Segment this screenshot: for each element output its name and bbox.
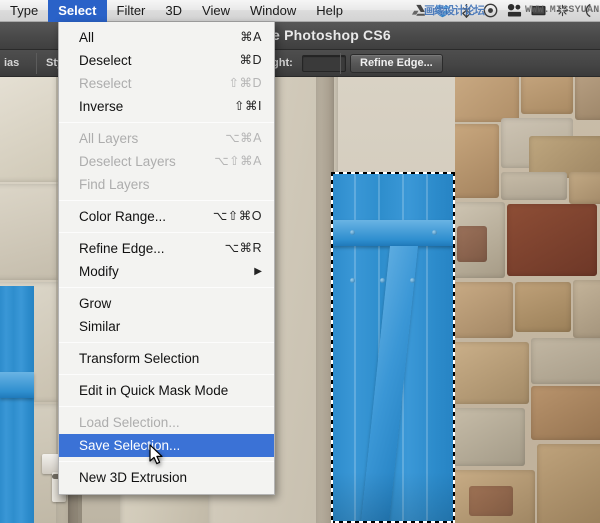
menu-item-find-layers-label: Find Layers [79, 177, 150, 192]
menu-item-new-3d-extrusion[interactable]: New 3D Extrusion [59, 466, 274, 489]
menu-item-all-layers-label: All Layers [79, 131, 139, 146]
menu-separator-8 [59, 461, 274, 462]
display-icon[interactable] [531, 3, 546, 18]
menu-item-load-selection-label: Load Selection... [79, 415, 180, 430]
volume-icon[interactable] [507, 3, 522, 18]
options-divider-2 [340, 53, 341, 74]
menu-item-find-layers: Find Layers [59, 173, 274, 196]
menu-item-all-label: All [79, 30, 95, 45]
menu-select[interactable]: Select [48, 0, 107, 22]
shutter-edge-left [0, 286, 34, 523]
wifi-icon[interactable] [483, 3, 498, 18]
menu-separator-4 [59, 287, 274, 288]
options-divider-1 [36, 53, 37, 74]
bluetooth-icon[interactable] [459, 3, 474, 18]
menu-item-inverse-shortcut: ⇧⌘I [234, 99, 262, 113]
menu-separator-5 [59, 342, 274, 343]
google-drive-icon[interactable] [411, 3, 426, 18]
menu-item-new-3d-extrusion-label: New 3D Extrusion [79, 470, 188, 485]
spotlight-icon[interactable] [555, 3, 570, 18]
menu-view[interactable]: View [192, 0, 240, 22]
menu-item-deselect-label: Deselect [79, 53, 132, 68]
menu-item-quick-mask[interactable]: Edit in Quick Mask Mode [59, 379, 274, 402]
menu-bar: Type Select Filter 3D View Window Help [0, 0, 600, 22]
menu-item-transform-selection-label: Transform Selection [79, 351, 200, 366]
menu-separator-6 [59, 374, 274, 375]
menu-item-inverse[interactable]: Inverse ⇧⌘I [59, 95, 274, 118]
menu-3d[interactable]: 3D [155, 0, 192, 22]
height-label: ght: [272, 57, 293, 69]
menu-separator-7 [59, 406, 274, 407]
menu-item-deselect-layers: Deselect Layers ⌥⇧⌘A [59, 150, 274, 173]
menu-item-all-layers: All Layers ⌥⌘A [59, 127, 274, 150]
menu-item-refine-edge-shortcut: ⌥⌘R [224, 241, 262, 255]
menu-item-refine-edge-label: Refine Edge... [79, 241, 165, 256]
photoshop-window: e Photoshop CS6 ias Style: ght: Refine E… [0, 0, 600, 523]
menu-item-modify[interactable]: Modify ▶ [59, 260, 274, 283]
menu-type[interactable]: Type [0, 0, 48, 22]
refine-edge-button[interactable]: Refine Edge... [350, 54, 443, 73]
menu-filter[interactable]: Filter [107, 0, 156, 22]
menu-help[interactable]: Help [306, 0, 353, 22]
menu-item-transform-selection[interactable]: Transform Selection [59, 347, 274, 370]
menu-item-all-shortcut: ⌘A [240, 30, 262, 44]
menu-item-deselect[interactable]: Deselect ⌘D [59, 49, 274, 72]
submenu-arrow-icon: ▶ [254, 266, 262, 277]
system-status-icons [411, 3, 600, 18]
menu-item-color-range[interactable]: Color Range... ⌥⇧⌘O [59, 205, 274, 228]
blue-shutter [332, 172, 455, 523]
menu-item-deselect-layers-shortcut: ⌥⇧⌘A [214, 154, 262, 168]
account-icon[interactable] [579, 3, 594, 18]
select-menu-dropdown[interactable]: All ⌘A Deselect ⌘D Reselect ⇧⌘D Inverse … [58, 22, 275, 495]
app-title: e Photoshop CS6 [272, 27, 391, 43]
menu-separator-1 [59, 122, 274, 123]
menu-separator-2 [59, 200, 274, 201]
menu-item-inverse-label: Inverse [79, 99, 124, 114]
menu-item-reselect-label: Reselect [79, 76, 132, 91]
dropbox-icon[interactable] [435, 3, 450, 18]
menu-item-all-layers-shortcut: ⌥⌘A [225, 131, 262, 145]
menu-item-reselect-shortcut: ⇧⌘D [228, 76, 262, 90]
menu-item-refine-edge[interactable]: Refine Edge... ⌥⌘R [59, 237, 274, 260]
stone-wall-right [455, 76, 600, 523]
menu-item-deselect-shortcut: ⌘D [239, 53, 262, 67]
menu-item-save-selection[interactable]: Save Selection... [59, 434, 274, 457]
menu-item-quick-mask-label: Edit in Quick Mask Mode [79, 383, 229, 398]
antialias-label: ias [4, 57, 20, 69]
menu-item-similar-label: Similar [79, 319, 121, 334]
menu-item-reselect: Reselect ⇧⌘D [59, 72, 274, 95]
menu-window[interactable]: Window [240, 0, 306, 22]
menu-item-deselect-layers-label: Deselect Layers [79, 154, 176, 169]
menu-item-similar[interactable]: Similar [59, 315, 274, 338]
menu-item-modify-label: Modify [79, 264, 119, 279]
menu-item-grow-label: Grow [79, 296, 112, 311]
menu-item-color-range-label: Color Range... [79, 209, 167, 224]
menu-item-load-selection: Load Selection... [59, 411, 274, 434]
menu-separator-3 [59, 232, 274, 233]
menu-item-save-selection-label: Save Selection... [79, 438, 181, 453]
menu-item-color-range-shortcut: ⌥⇧⌘O [212, 209, 262, 223]
menu-item-all[interactable]: All ⌘A [59, 26, 274, 49]
menu-item-grow[interactable]: Grow [59, 292, 274, 315]
